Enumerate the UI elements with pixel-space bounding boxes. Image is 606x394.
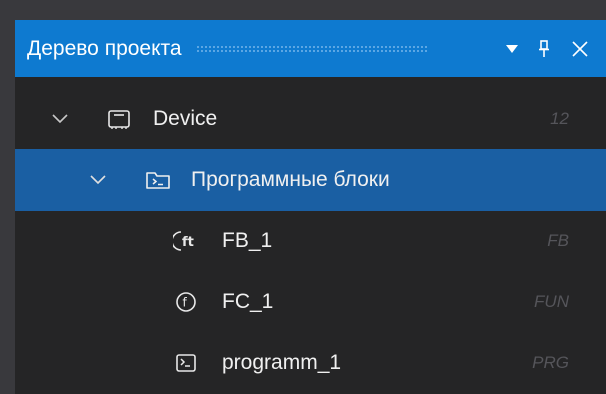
- svg-text:f: f: [183, 296, 188, 310]
- chevron-down-icon[interactable]: [89, 149, 107, 211]
- tree-node-program-blocks[interactable]: Программные блоки: [15, 149, 606, 211]
- tree-node-device[interactable]: Device 12: [15, 88, 606, 150]
- function-icon: f: [175, 271, 197, 333]
- triangle-down-icon: [506, 44, 518, 53]
- project-tree-panel: Дерево проекта Device 12 Программные бло…: [15, 20, 606, 394]
- tree-node-kind: FUN: [534, 292, 569, 311]
- drag-grip[interactable]: [195, 44, 428, 53]
- tree-node-kind: 12: [550, 109, 569, 128]
- tree-node-kind: FB: [547, 231, 569, 250]
- pin-button[interactable]: [529, 20, 559, 77]
- panel-title: Дерево проекта: [27, 36, 182, 60]
- folder-terminal-icon: [145, 149, 171, 211]
- svg-text:ft: ft: [182, 235, 194, 250]
- dropdown-button[interactable]: [497, 20, 527, 77]
- pin-icon: [539, 39, 549, 57]
- device-icon: [107, 88, 131, 150]
- tree-node-label: FB_1: [222, 229, 273, 252]
- close-icon: [572, 40, 588, 57]
- tree-node-programm1[interactable]: programm_1 PRG: [15, 332, 606, 394]
- tree-node-fc1[interactable]: f FC_1 FUN: [15, 271, 606, 333]
- tree-node-label: Программные блоки: [191, 168, 390, 191]
- tree-node-kind: PRG: [532, 353, 569, 372]
- window-frame: Дерево проекта Device 12 Программные бло…: [0, 0, 606, 394]
- tree-node-label: Device: [153, 107, 218, 130]
- tree-node-label: FC_1: [222, 290, 274, 313]
- close-button[interactable]: [563, 20, 597, 77]
- chevron-down-icon[interactable]: [51, 88, 69, 150]
- function-block-icon: ft: [173, 210, 201, 272]
- program-icon: [175, 332, 197, 394]
- tree-node-fb1[interactable]: ft FB_1 FB: [15, 210, 606, 272]
- tree-node-label: programm_1: [222, 351, 342, 374]
